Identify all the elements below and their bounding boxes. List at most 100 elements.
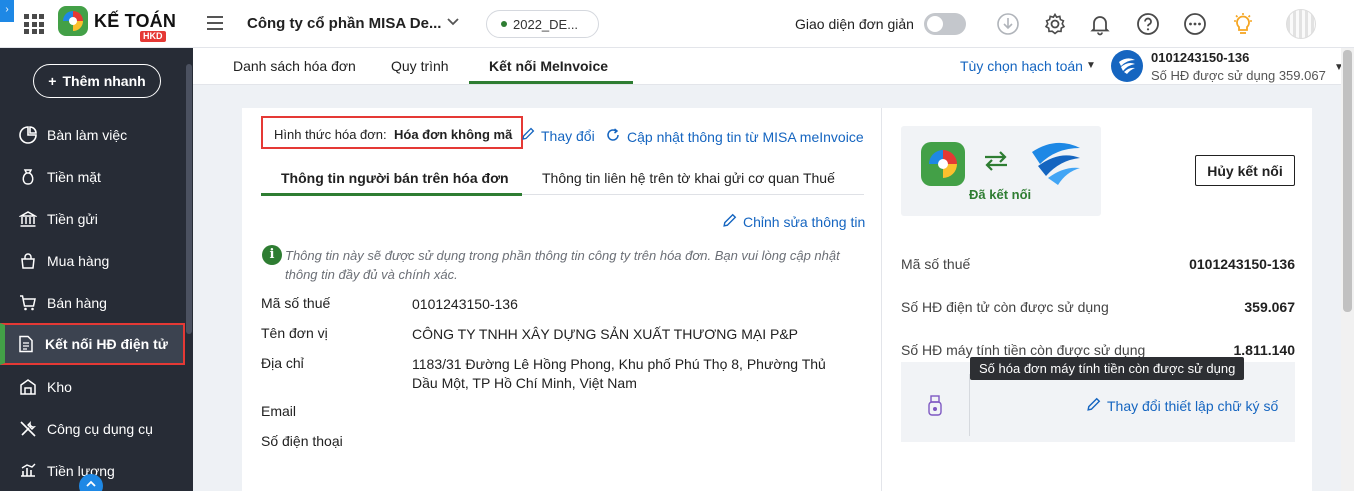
cart-icon xyxy=(18,293,38,313)
cash-bag-icon xyxy=(18,167,38,187)
stat-label-pos-invoices: Số HĐ máy tính tiền còn được sử dụng xyxy=(901,342,1146,358)
stat-value-pos-invoices: 1.811.140 xyxy=(1233,342,1295,358)
hamburger-menu-icon[interactable] xyxy=(207,16,223,30)
status-dot-icon xyxy=(501,21,507,27)
sidebar-item-label: Tiền gửi xyxy=(47,211,98,227)
collapse-sidebar-button[interactable] xyxy=(79,474,103,491)
tooltip: Số hóa đơn máy tính tiền còn được sử dụn… xyxy=(970,357,1245,380)
sidebar-item-label: Tiền lương xyxy=(47,463,115,479)
connection-status: Đã kết nối xyxy=(969,187,1032,202)
stat-label-e-invoices: Số HĐ điện tử còn được sử dụng xyxy=(901,299,1109,315)
company-selector[interactable]: Công ty cổ phần MISA De... xyxy=(247,15,441,32)
sidebar-item-e-invoice[interactable]: Kết nối HĐ điện tử xyxy=(0,323,185,365)
sidebar-item-cash[interactable]: Tiền mặt xyxy=(0,156,185,198)
main-scrollbar-thumb[interactable] xyxy=(1343,50,1352,312)
shopping-bag-icon xyxy=(18,251,38,271)
pencil-icon xyxy=(722,213,737,231)
sidebar-item-sales[interactable]: Bán hàng xyxy=(0,282,185,324)
e-invoice-icon xyxy=(16,334,36,354)
tools-icon xyxy=(18,419,38,439)
sidebar-scrollbar-thumb[interactable] xyxy=(186,64,192,334)
edit-link-label: Chỉnh sửa thông tin xyxy=(743,214,866,230)
expand-panel-tab[interactable]: › xyxy=(0,0,14,22)
sync-arrows-icon xyxy=(983,150,1009,175)
info-icon: i xyxy=(262,245,282,265)
sidebar-item-purchasing[interactable]: Mua hàng xyxy=(0,240,185,282)
panel-divider xyxy=(881,108,882,491)
disconnect-button[interactable]: Hủy kết nối xyxy=(1195,155,1295,186)
field-value-tax-code: 0101243150-136 xyxy=(412,296,518,312)
brand-badge: HKD xyxy=(140,31,166,42)
stat-value-tax-code: 0101243150-136 xyxy=(1189,256,1295,272)
signature-divider xyxy=(969,374,970,436)
accounting-options-dropdown[interactable]: Tùy chọn hạch toán xyxy=(960,58,1083,74)
gear-icon[interactable] xyxy=(1042,11,1068,37)
download-icon[interactable] xyxy=(995,11,1021,37)
sidebar-item-label: Kết nối HĐ điện tử xyxy=(45,336,168,352)
edit-info-link[interactable]: Chỉnh sửa thông tin xyxy=(722,213,865,231)
tab-meinvoice-connect[interactable]: Kết nối MeInvoice xyxy=(489,58,608,74)
subtab-tax-contact-info[interactable]: Thông tin liên hệ trên tờ khai gửi cơ qu… xyxy=(542,170,835,186)
field-value-address: 1183/31 Đường Lê Hồng Phong, Khu phố Phú… xyxy=(412,356,826,391)
sidebar-item-label: Tiền mặt xyxy=(47,169,101,185)
info-note: Thông tin này sẽ được sử dụng trong phần… xyxy=(285,248,840,282)
stat-label-tax-code: Mã số thuế xyxy=(901,256,971,272)
help-icon[interactable] xyxy=(1135,11,1161,37)
sidebar-item-deposits[interactable]: Tiền gửi xyxy=(0,198,185,240)
apps-grid-icon[interactable] xyxy=(24,14,44,34)
change-signature-label: Thay đổi thiết lập chữ ký số xyxy=(1107,398,1279,414)
caret-down-icon[interactable]: ▼ xyxy=(1086,60,1096,71)
sidebar-item-label: Bàn làm việc xyxy=(47,127,128,143)
change-signature-link[interactable]: Thay đổi thiết lập chữ ký số xyxy=(1086,397,1278,415)
lightbulb-icon[interactable] xyxy=(1230,11,1256,37)
account-used-count: Số HĐ được sử dụng 359.067 xyxy=(1151,68,1326,83)
pencil-icon xyxy=(521,127,535,144)
sidebar-item-label: Mua hàng xyxy=(47,253,110,269)
bell-icon[interactable] xyxy=(1087,11,1113,37)
active-subtab-indicator xyxy=(261,193,522,196)
stat-value-e-invoices: 359.067 xyxy=(1244,299,1295,315)
sidebar-item-label: Công cụ dụng cụ xyxy=(47,421,153,437)
more-icon[interactable] xyxy=(1182,11,1208,37)
field-label-email: Email xyxy=(261,403,297,419)
field-value-company-name: CÔNG TY TNHH XÂY DỰNG SẢN XUẤT THƯƠNG MẠ… xyxy=(412,326,798,342)
sidebar-item-dashboard[interactable]: Bàn làm việc xyxy=(0,114,185,156)
invoice-type-value: Hóa đơn không mã xyxy=(394,127,513,142)
tab-workflow[interactable]: Quy trình xyxy=(391,58,449,74)
update-from-meinvoice-link[interactable]: Cập nhật thông tin từ MISA meInvoice xyxy=(605,127,864,146)
account-tax-code: 0101243150-136 xyxy=(1151,50,1250,65)
refresh-icon xyxy=(605,127,621,146)
misa-app-icon xyxy=(921,142,965,186)
warehouse-icon xyxy=(18,377,38,397)
misa-logo-icon xyxy=(58,6,88,36)
user-avatar[interactable] xyxy=(1286,9,1316,39)
field-label-company-name: Tên đơn vị xyxy=(261,325,328,341)
sidebar: + Thêm nhanh Bàn làm việc Tiền mặt Tiền … xyxy=(0,48,185,491)
field-label-phone: Số điện thoại xyxy=(261,433,343,449)
sidebar-item-tools[interactable]: Công cụ dụng cụ xyxy=(0,408,185,450)
sidebar-item-label: Kho xyxy=(47,379,72,395)
meinvoice-logo-icon xyxy=(1030,140,1082,189)
bank-icon xyxy=(18,209,38,229)
quick-add-button[interactable]: + Thêm nhanh xyxy=(33,64,161,98)
sidebar-item-label: Bán hàng xyxy=(47,295,107,311)
meinvoice-logo-icon xyxy=(1111,50,1143,82)
pencil-icon xyxy=(1086,397,1101,415)
change-invoice-type-link[interactable]: Thay đổi xyxy=(521,127,595,144)
tab-invoice-list[interactable]: Danh sách hóa đơn xyxy=(233,58,356,74)
field-label-tax-code: Mã số thuế xyxy=(261,295,331,311)
salary-icon xyxy=(18,461,38,481)
subtab-seller-info[interactable]: Thông tin người bán trên hóa đơn xyxy=(281,170,509,186)
field-label-address: Địa chỉ xyxy=(261,355,304,371)
change-link-label: Thay đổi xyxy=(541,127,595,144)
simple-ui-label: Giao diện đơn giản xyxy=(795,16,914,32)
usb-token-icon xyxy=(926,394,946,418)
simple-ui-toggle[interactable] xyxy=(924,13,966,35)
fiscal-year-selector[interactable]: 2022_DE... xyxy=(486,10,599,38)
sidebar-item-warehouse[interactable]: Kho xyxy=(0,366,185,408)
dashboard-icon xyxy=(18,125,38,145)
plus-icon: + xyxy=(48,73,57,89)
chevron-down-icon[interactable] xyxy=(446,14,460,31)
invoice-type-label: Hình thức hóa đơn: xyxy=(274,127,387,142)
fiscal-year-label: 2022_DE... xyxy=(513,16,579,32)
